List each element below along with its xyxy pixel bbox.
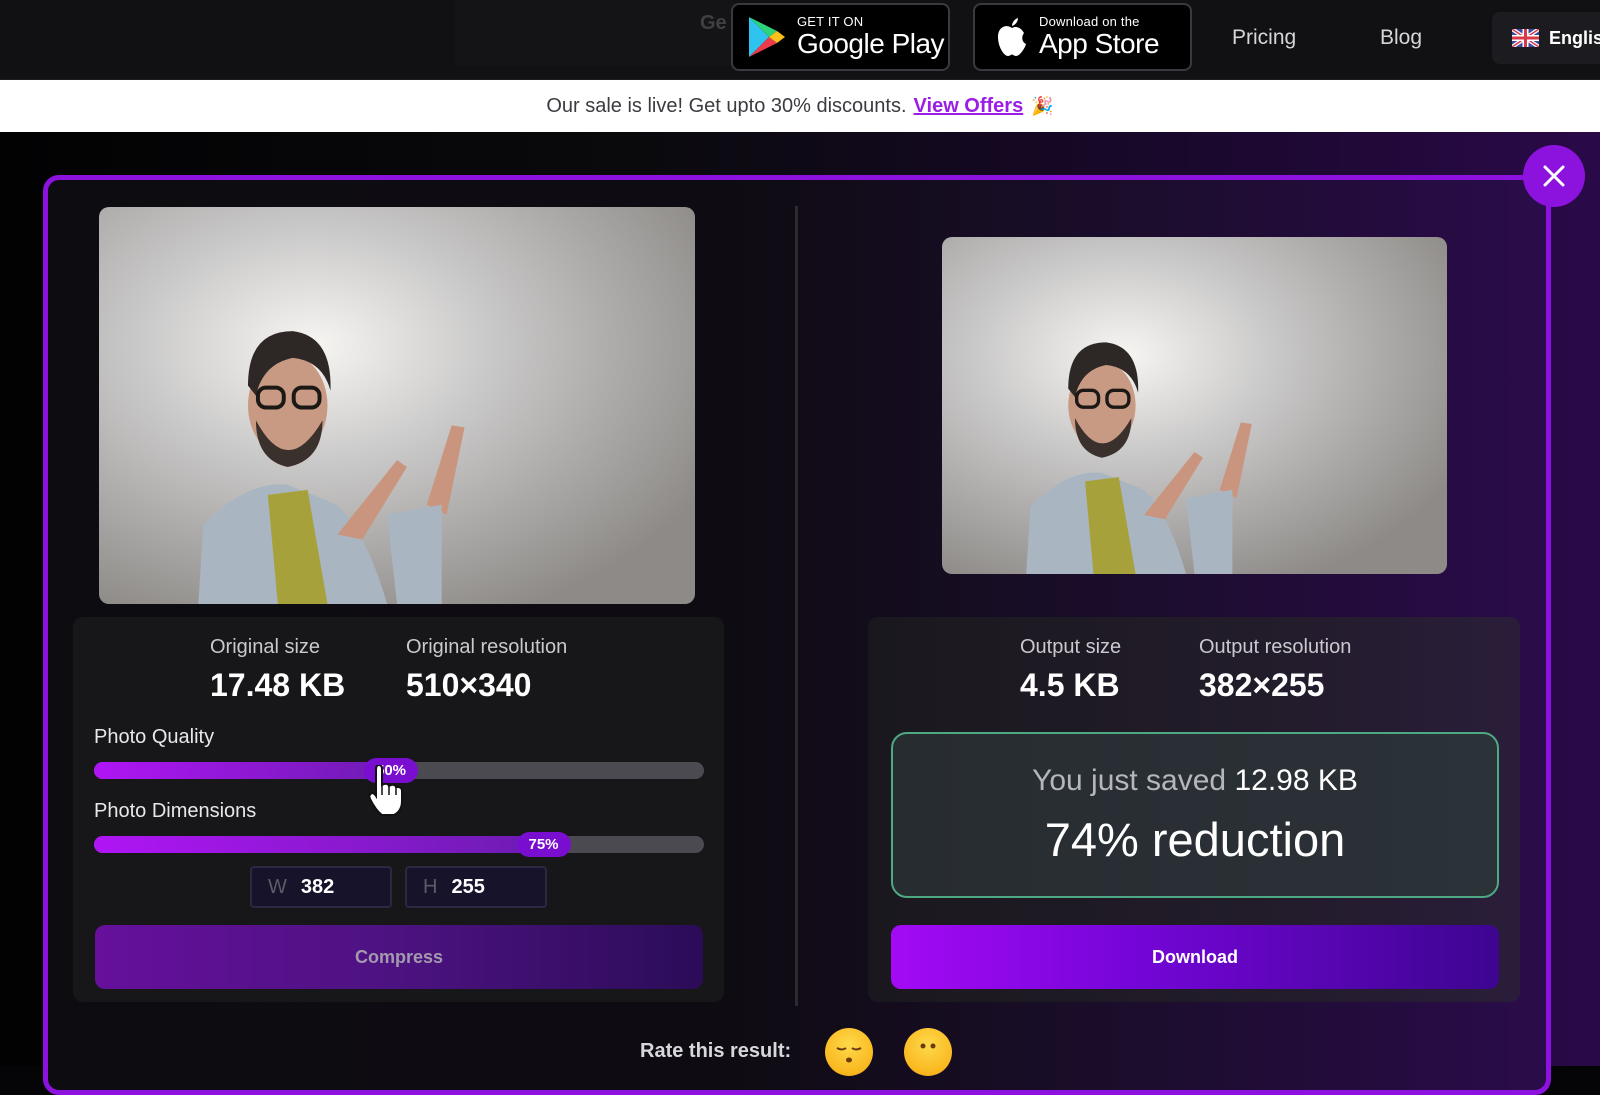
height-field[interactable]: H bbox=[405, 866, 547, 908]
output-size-label: Output size bbox=[1020, 636, 1122, 658]
view-offers-link[interactable]: View Offers bbox=[914, 95, 1024, 118]
sale-banner: Our sale is live! Get upto 30% discounts… bbox=[0, 80, 1600, 132]
download-button[interactable]: Download bbox=[891, 925, 1499, 989]
height-input[interactable] bbox=[451, 875, 532, 899]
saved-prefix: You just saved bbox=[1032, 764, 1227, 797]
photo-dimensions-thumb[interactable]: 75% bbox=[516, 832, 571, 857]
google-play-small: GET IT ON bbox=[797, 14, 864, 29]
photo-dimensions-label: Photo Dimensions bbox=[94, 800, 257, 822]
app-store-button[interactable]: Download on the App Store bbox=[973, 3, 1192, 71]
compress-button[interactable]: Compress bbox=[95, 925, 703, 989]
original-size-label: Original size bbox=[210, 636, 321, 658]
nav-ghost-item[interactable]: Ge bbox=[455, 0, 735, 66]
language-selector[interactable]: English bbox=[1492, 12, 1600, 64]
panel-divider bbox=[795, 206, 798, 1006]
top-nav: Ge GET IT ON Google Play Download on the… bbox=[0, 0, 1600, 80]
close-button[interactable] bbox=[1523, 145, 1585, 207]
language-label: English bbox=[1549, 27, 1600, 48]
pensive-face-icon[interactable] bbox=[825, 1028, 873, 1076]
rate-label: Rate this result: bbox=[640, 1040, 792, 1062]
photo-quality-slider[interactable]: 50% bbox=[94, 758, 704, 783]
width-field[interactable]: W bbox=[250, 866, 392, 908]
neutral-face-icon[interactable] bbox=[904, 1028, 952, 1076]
width-input[interactable] bbox=[300, 875, 381, 899]
output-photo-image bbox=[942, 237, 1447, 574]
uk-flag-icon bbox=[1512, 29, 1539, 47]
height-key: H bbox=[423, 875, 438, 898]
apple-icon bbox=[998, 18, 1026, 56]
photo-dimensions-slider[interactable]: 75% bbox=[94, 832, 704, 857]
original-photo bbox=[99, 207, 695, 604]
output-photo bbox=[942, 237, 1447, 574]
saved-value: 12.98 KB bbox=[1234, 764, 1358, 797]
sale-banner-text: Our sale is live! Get upto 30% discounts… bbox=[546, 94, 907, 117]
photo-dimensions-fill bbox=[94, 836, 561, 853]
app-store-big: App Store bbox=[1039, 28, 1160, 59]
photo-quality-fill bbox=[94, 762, 408, 779]
savings-summary: You just saved 12.98 KB 74% reduction bbox=[891, 732, 1499, 898]
app-store-small: Download on the bbox=[1039, 14, 1140, 29]
nav-ghost-text: Ge bbox=[700, 12, 727, 34]
original-photo-image bbox=[99, 207, 695, 604]
output-resolution-label: Output resolution bbox=[1199, 636, 1352, 658]
close-icon bbox=[1543, 165, 1565, 187]
party-popper-icon: 🎉 bbox=[1031, 95, 1054, 116]
nav-link-pricing[interactable]: Pricing bbox=[1232, 26, 1296, 50]
photo-quality-thumb[interactable]: 50% bbox=[364, 758, 418, 783]
width-key: W bbox=[268, 875, 287, 898]
original-resolution-label: Original resolution bbox=[406, 636, 568, 658]
google-play-big: Google Play bbox=[797, 28, 945, 59]
original-size-value: 17.48 KB bbox=[210, 667, 346, 703]
google-play-button[interactable]: GET IT ON Google Play bbox=[731, 3, 950, 71]
google-play-icon bbox=[749, 17, 785, 57]
output-resolution-value: 382×255 bbox=[1199, 667, 1325, 703]
saved-line: You just saved 12.98 KB bbox=[893, 764, 1497, 798]
original-resolution-value: 510×340 bbox=[406, 667, 532, 703]
nav-link-blog[interactable]: Blog bbox=[1380, 26, 1422, 50]
photo-quality-label: Photo Quality bbox=[94, 726, 215, 748]
reduction-text: 74% reduction bbox=[1044, 813, 1346, 866]
output-size-value: 4.5 KB bbox=[1020, 667, 1120, 703]
